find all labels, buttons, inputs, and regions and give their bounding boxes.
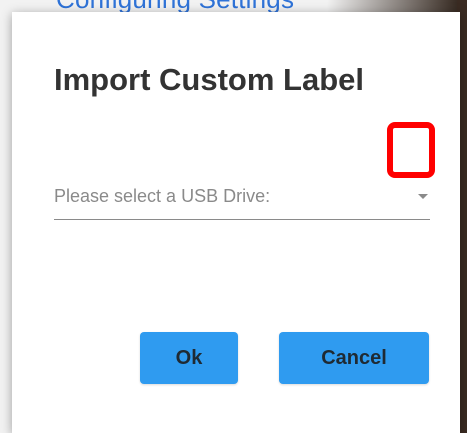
ok-button[interactable]: Ok <box>140 332 238 384</box>
dialog-title: Import Custom Label <box>54 62 365 97</box>
usb-drive-select[interactable]: Please select a USB Drive: <box>54 174 430 220</box>
import-custom-label-dialog: Import Custom Label Please select a USB … <box>12 12 460 433</box>
usb-drive-select-placeholder: Please select a USB Drive: <box>54 186 271 206</box>
highlight-annotation-box <box>387 122 435 178</box>
cancel-button[interactable]: Cancel <box>279 332 429 384</box>
chevron-down-icon[interactable] <box>418 194 428 199</box>
